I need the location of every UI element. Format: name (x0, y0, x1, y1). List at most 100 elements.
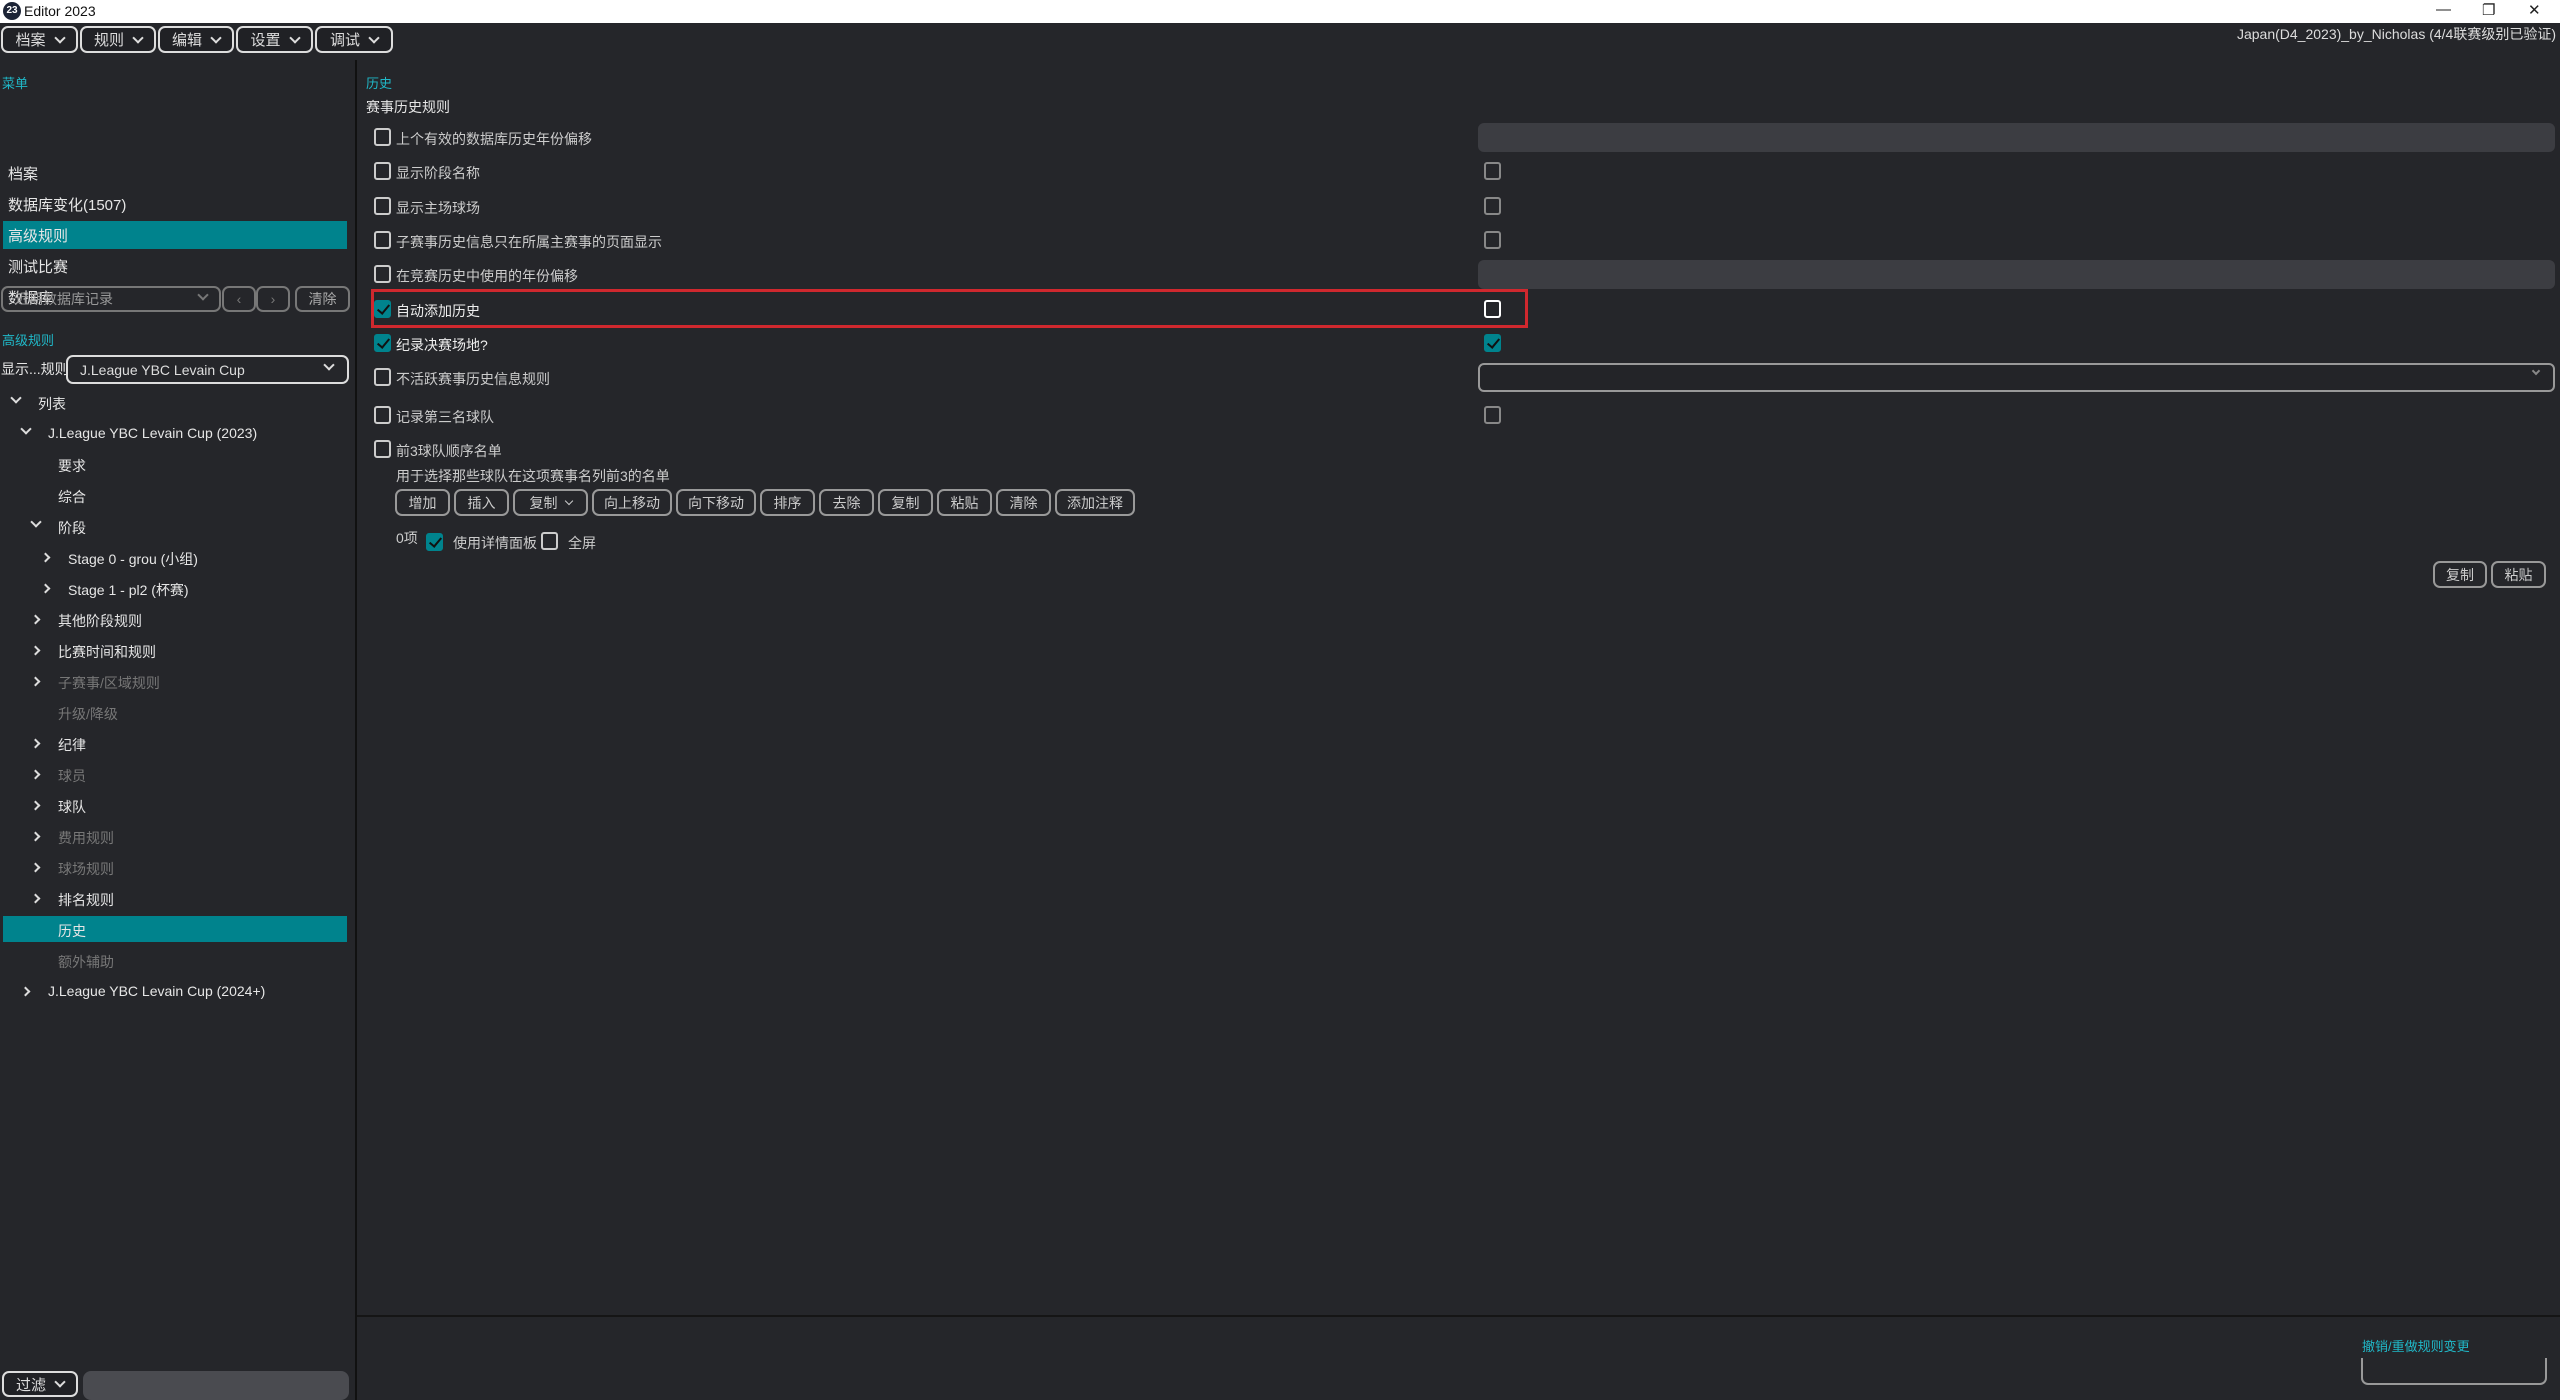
row-checkbox[interactable] (374, 440, 391, 458)
chevron-right-icon[interactable] (30, 893, 41, 904)
chevron-right-icon[interactable] (20, 986, 31, 997)
row-checkbox[interactable] (374, 128, 391, 146)
row-label: 子赛事历史信息只在所属主赛事的页面显示 (396, 234, 662, 250)
minimize-icon[interactable]: — (2436, 1, 2451, 18)
menu-0[interactable]: 档案 (1, 26, 78, 53)
use-detail-checkbox[interactable] (426, 533, 443, 551)
row-label: 前3球队顺序名单 (396, 443, 502, 459)
sidebar-item[interactable]: 测试比赛 (8, 256, 68, 277)
menu-4[interactable]: 调试 (315, 26, 393, 53)
tree-item[interactable]: 额外辅助 (58, 952, 114, 972)
list-button[interactable]: 插入 (454, 489, 509, 516)
chevron-down-icon[interactable] (30, 516, 42, 528)
chevron-right-icon[interactable] (30, 614, 41, 625)
tree-item[interactable]: 费用规则 (58, 828, 114, 848)
tree-item[interactable]: J.League YBC Levain Cup (2023) (48, 425, 257, 441)
tree-item[interactable]: 比赛时间和规则 (58, 642, 156, 662)
competition-dropdown[interactable]: J.League YBC Levain Cup (66, 355, 349, 384)
row-checkbox[interactable] (374, 300, 391, 318)
filter-input[interactable] (83, 1371, 349, 1400)
tree-item[interactable]: 球场规则 (58, 859, 114, 879)
row-checkbox[interactable] (374, 265, 391, 283)
list-button[interactable]: 排序 (760, 489, 815, 516)
menu-label: 规则 (93, 32, 124, 49)
row-label: 在竞赛历史中使用的年份偏移 (396, 268, 578, 284)
value-checkbox[interactable] (1484, 406, 1501, 424)
tree-item[interactable]: 升级/降级 (58, 704, 118, 724)
sidebar-item[interactable]: 档案 (8, 163, 38, 184)
menu-2[interactable]: 编辑 (158, 26, 234, 53)
sidebar-item[interactable]: 数据库变化(1507) (8, 194, 126, 215)
close-icon[interactable]: ✕ (2528, 1, 2541, 19)
button-label: 插入 (467, 494, 496, 511)
show-rules-label: 显示...规则 (1, 361, 69, 377)
selected-highlight (3, 916, 347, 942)
tree-item[interactable]: 球员 (58, 766, 86, 786)
chevron-right-icon[interactable] (30, 800, 41, 811)
sidebar-item[interactable]: 高级规则 (8, 225, 68, 246)
chevron-down-icon[interactable] (10, 392, 22, 404)
chevron-right-icon[interactable] (30, 862, 41, 873)
list-button[interactable]: 复制 (878, 489, 933, 516)
tree-item[interactable]: 其他阶段规则 (58, 611, 142, 631)
recent-db-combo[interactable]: 近期数据库记录 (1, 286, 221, 312)
tree-item[interactable]: Stage 0 - grou (小组) (68, 549, 198, 569)
value-checkbox[interactable] (1484, 300, 1501, 318)
fullscreen-checkbox[interactable] (541, 532, 558, 550)
value-field[interactable] (1478, 260, 2555, 289)
list-button[interactable]: 粘贴 (937, 489, 992, 516)
list-button[interactable]: 向下移动 (676, 489, 756, 516)
chevron-right-icon[interactable] (30, 676, 41, 687)
list-button[interactable]: 清除 (996, 489, 1051, 516)
chevron-down-icon[interactable] (20, 423, 32, 435)
panel-divider[interactable] (355, 60, 357, 1400)
back-button[interactable]: ‹ (222, 286, 256, 312)
copy-button[interactable]: 复制 (2433, 561, 2487, 588)
tree-item[interactable]: 纪律 (58, 735, 86, 755)
chevron-down-icon (564, 496, 573, 505)
tree-item[interactable]: 球队 (58, 797, 86, 817)
list-button[interactable]: 添加注释 (1055, 489, 1135, 516)
row-checkbox[interactable] (374, 197, 391, 215)
tree-item[interactable]: 阶段 (58, 518, 86, 538)
value-field[interactable] (1478, 123, 2555, 152)
row-checkbox[interactable] (374, 231, 391, 249)
tree-item[interactable]: 子赛事/区域规则 (58, 673, 160, 693)
row-checkbox[interactable] (374, 406, 391, 424)
row-checkbox[interactable] (374, 162, 391, 180)
list-button[interactable]: 向上移动 (592, 489, 672, 516)
chevron-right-icon[interactable] (30, 738, 41, 749)
paste-button[interactable]: 粘贴 (2491, 561, 2546, 588)
tree-item[interactable]: Stage 1 - pl2 (杯赛) (68, 580, 189, 600)
list-button[interactable]: 复制 (513, 489, 588, 516)
tree-item[interactable]: 要求 (58, 456, 86, 476)
chevron-right-icon[interactable] (40, 552, 51, 563)
tree-item[interactable]: 综合 (58, 487, 86, 507)
tree-item[interactable]: 历史 (58, 921, 86, 941)
row-checkbox[interactable] (374, 368, 391, 386)
value-checkbox[interactable] (1484, 334, 1501, 352)
clear-history-button[interactable]: 清除 (295, 286, 350, 312)
chevron-right-icon[interactable] (30, 831, 41, 842)
list-button[interactable]: 去除 (819, 489, 874, 516)
tree-item[interactable]: 列表 (38, 394, 66, 414)
filter-dropdown[interactable]: 过滤 (2, 1371, 78, 1397)
value-checkbox[interactable] (1484, 231, 1501, 249)
value-checkbox[interactable] (1484, 162, 1501, 180)
chevron-right-icon[interactable] (30, 769, 41, 780)
row-checkbox[interactable] (374, 334, 391, 352)
menu-1[interactable]: 规则 (80, 26, 156, 53)
value-checkbox[interactable] (1484, 197, 1501, 215)
tree-item[interactable]: J.League YBC Levain Cup (2024+) (48, 983, 265, 999)
restore-icon[interactable]: ❐ (2482, 1, 2495, 19)
chevron-right-icon[interactable] (30, 645, 41, 656)
row-label: 不活跃赛事历史信息规则 (396, 371, 550, 387)
undo-redo-box[interactable] (2361, 1358, 2547, 1385)
rule-dropdown[interactable] (1478, 363, 2555, 392)
tree-item[interactable]: 排名规则 (58, 890, 114, 910)
menu-3[interactable]: 设置 (236, 26, 313, 53)
forward-button[interactable]: › (256, 286, 290, 312)
list-button[interactable]: 增加 (395, 489, 450, 516)
row-label: 上个有效的数据库历史年份偏移 (396, 131, 592, 147)
chevron-right-icon[interactable] (40, 583, 51, 594)
